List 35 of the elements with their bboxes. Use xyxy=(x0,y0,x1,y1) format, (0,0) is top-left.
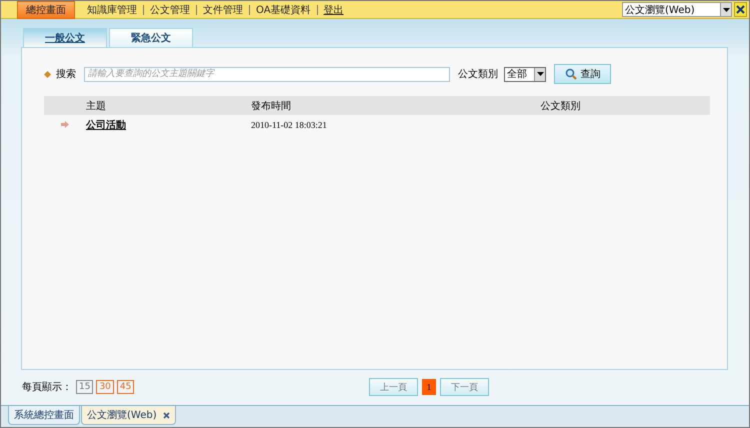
column-header: 發布時間 xyxy=(251,100,292,112)
arrow-icon xyxy=(61,121,69,128)
category-select[interactable]: 全部 xyxy=(504,66,546,82)
caret-icon xyxy=(722,8,730,12)
column-header: 主題 xyxy=(86,100,107,112)
search-button[interactable]: 查詢 xyxy=(554,64,611,84)
title-link[interactable]: 公司活動 xyxy=(86,118,126,132)
column-header: 公文類別 xyxy=(540,100,582,112)
table-cell: 2010-11-02 18:03:21 xyxy=(251,120,327,130)
page-size-option[interactable]: 15 xyxy=(76,380,94,394)
menu-item[interactable]: 登出 xyxy=(318,2,350,16)
menu-item[interactable]: OA基礎資料 xyxy=(250,2,317,16)
page-size-label: 每頁顯示： xyxy=(22,380,72,394)
window-tab[interactable]: 公文瀏覽(Web) xyxy=(81,406,176,425)
tab[interactable]: 緊急公文 xyxy=(109,28,193,47)
menu-item[interactable]: 總控畫面 xyxy=(17,1,75,18)
menu-item[interactable]: 知識庫管理 xyxy=(81,2,143,16)
close-button[interactable] xyxy=(734,2,747,17)
window-tab[interactable]: 系統總控畫面 xyxy=(8,406,80,425)
category-label: 公文類別 xyxy=(458,68,498,81)
window-select[interactable]: 公文瀏覽(Web) xyxy=(622,2,732,17)
previous-page-button[interactable]: 上一頁 xyxy=(369,378,418,396)
search-label: 搜索 xyxy=(56,68,76,81)
caret-icon xyxy=(536,72,544,76)
tab[interactable]: 一般公文 xyxy=(23,28,107,47)
tab-label: 系統總控畫面 xyxy=(14,408,74,422)
next-page-button[interactable]: 下一頁 xyxy=(440,378,489,396)
diamond-icon xyxy=(44,70,51,78)
menu-item[interactable]: 文件管理 xyxy=(197,2,249,16)
close-icon[interactable] xyxy=(162,412,170,418)
page-number[interactable]: 1 xyxy=(422,379,436,395)
tab-label: 公文瀏覽(Web) xyxy=(87,408,157,422)
search-field[interactable]: 請輸入要查詢的公文主題關鍵字 xyxy=(84,66,450,82)
search-icon xyxy=(564,68,576,80)
menu-item[interactable]: 公文管理 xyxy=(144,2,196,16)
